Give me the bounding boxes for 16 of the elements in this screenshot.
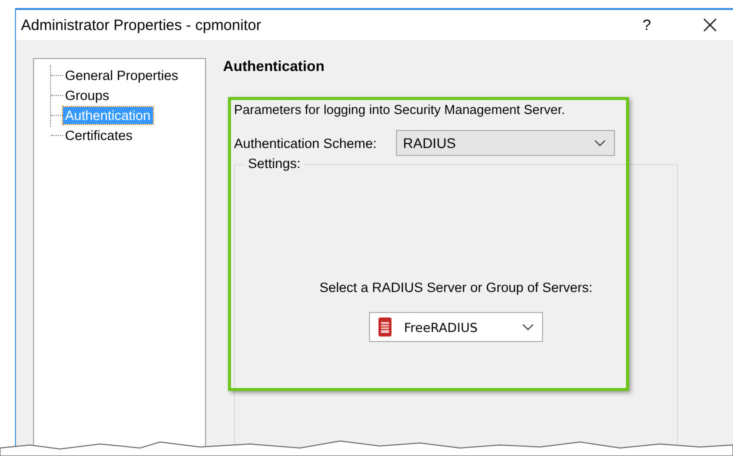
chevron-icon bbox=[522, 323, 534, 331]
window-title: Administrator Properties - cpmonitor bbox=[21, 16, 262, 34]
close-icon bbox=[703, 18, 717, 32]
description-text: Parameters for logging into Security Management Server. bbox=[234, 102, 566, 117]
server-icon bbox=[378, 317, 392, 337]
settings-legend: Settings: bbox=[245, 156, 304, 171]
tree-item[interactable]: Certificates bbox=[63, 126, 135, 144]
tree-item[interactable]: Groups bbox=[63, 86, 112, 104]
page-heading: Authentication bbox=[223, 59, 326, 75]
server-dropdown[interactable]: FreeRADIUS bbox=[369, 312, 543, 342]
scheme-dropdown[interactable]: RADIUS bbox=[396, 130, 615, 156]
scheme-label: Authentication Scheme: bbox=[234, 136, 378, 150]
tree-item[interactable]: General Properties bbox=[63, 66, 180, 84]
chevron-icon bbox=[594, 139, 606, 147]
server-prompt: Select a RADIUS Server or Group of Servers: bbox=[319, 280, 593, 295]
help-button[interactable]: ? bbox=[636, 16, 657, 34]
